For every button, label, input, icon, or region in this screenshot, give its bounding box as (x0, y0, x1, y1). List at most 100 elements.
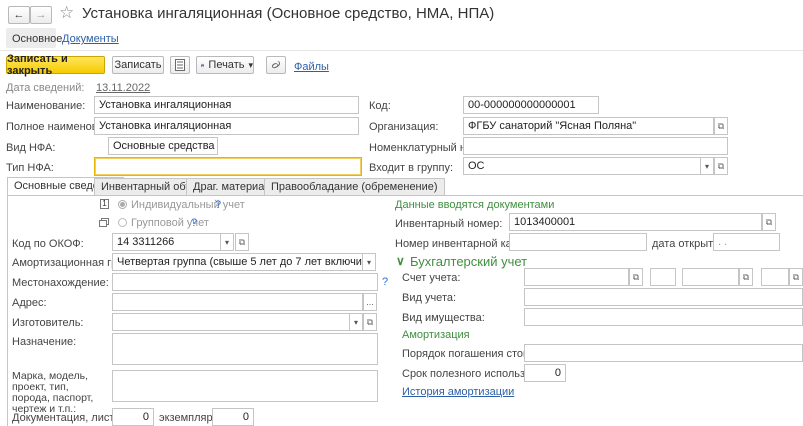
save-and-close-button[interactable]: Записать и закрыть (6, 53, 105, 77)
manufacturer-dropdown-button[interactable]: ▾ (350, 313, 363, 331)
okof-label: Код по ОКОФ: (12, 238, 84, 250)
accounting-collapse-icon[interactable]: ∨ (396, 254, 405, 268)
account-extra-input[interactable] (761, 268, 789, 286)
account-kosgu-input[interactable] (682, 268, 739, 286)
amort-group-dropdown-button[interactable]: ▾ (363, 253, 376, 271)
inv-num-input[interactable]: 1013400001 (509, 213, 762, 231)
location-help-icon[interactable]: ? (382, 276, 388, 288)
okof-input[interactable]: 14 3311266 (112, 233, 221, 251)
type-label: Тип НФА: (6, 162, 54, 174)
favorite-star-icon[interactable]: ☆ (59, 3, 74, 23)
open-icon: ⧉ (717, 120, 725, 131)
account-subcode-input[interactable] (650, 268, 676, 286)
address-select-button[interactable]: ... (363, 293, 377, 311)
account-extra-open-button[interactable]: ⧉ (789, 268, 803, 286)
dropdown-icon: ▾ (224, 237, 229, 247)
ellipsis-icon: ... (366, 297, 374, 307)
save-and-close-label: Записать и закрыть (7, 53, 68, 77)
account-type-input[interactable] (524, 288, 803, 306)
dropdown-icon: ▾ (704, 161, 709, 171)
tab-panel-left (7, 195, 8, 426)
save-label: Записать (114, 59, 162, 71)
code-input[interactable]: 00-000000000000001 (463, 96, 599, 114)
account-label: Счет учета: (402, 272, 461, 284)
org-open-button[interactable]: ⧉ (714, 117, 728, 135)
open-icon: ⧉ (717, 160, 725, 171)
open-date-input[interactable]: . . (713, 233, 780, 251)
individual-radio[interactable] (118, 200, 127, 209)
inv-num-label: Инвентарный номер: (395, 218, 503, 230)
files-link[interactable]: Файлы (294, 61, 329, 73)
group-badge-icon (99, 218, 109, 227)
open-icon: ⧉ (366, 316, 374, 327)
property-type-input[interactable] (524, 308, 803, 326)
radio-dot (120, 202, 125, 207)
dropdown-icon: ▾ (366, 257, 371, 267)
purpose-textarea[interactable] (112, 333, 378, 365)
card-num-input[interactable] (509, 233, 647, 251)
tab-rights[interactable]: Правообладание (обременение) (264, 178, 445, 195)
group-radio[interactable] (118, 218, 127, 227)
type-input[interactable] (94, 157, 362, 176)
code-label: Код: (369, 100, 391, 112)
forward-button[interactable]: → (30, 6, 52, 24)
account-input[interactable] (524, 268, 629, 286)
group-accounting-label: Групповой учет (131, 217, 209, 229)
purpose-label: Назначение: (12, 336, 77, 348)
individual-help-icon[interactable]: ? (215, 199, 221, 211)
window-title: Установка ингаляционная (Основное средст… (82, 5, 495, 22)
docs-note-heading: Данные вводятся документами (395, 199, 555, 211)
location-input[interactable] (112, 273, 378, 291)
print-dropdown-icon: ▾ (248, 59, 253, 70)
brand-textarea[interactable] (112, 370, 378, 402)
amortization-history-link[interactable]: История амортизации (402, 386, 514, 398)
manufacturer-open-button[interactable]: ⧉ (363, 313, 377, 331)
location-label: Местонахождение: (12, 277, 109, 289)
account-kosgu-open-button[interactable]: ⧉ (739, 268, 753, 286)
group-input[interactable]: ОС (463, 157, 701, 175)
date-value[interactable]: 13.11.2022 (96, 82, 150, 94)
amort-group-input[interactable]: Четвертая группа (свыше 5 лет до 7 лет в… (112, 253, 363, 271)
nom-input[interactable] (463, 137, 728, 155)
tab-panel-top (7, 195, 803, 196)
name-input[interactable]: Установка ингаляционная (94, 96, 359, 114)
amortization-heading: Амортизация (402, 329, 470, 341)
brand-label: Марка, модель, проект, тип, порода, пасп… (12, 370, 94, 415)
individual-badge-icon: 1 (100, 199, 109, 209)
inv-num-open-button[interactable]: ⧉ (762, 213, 776, 231)
individual-label: Индивидуальный учет (131, 199, 245, 211)
print-label: Печать (208, 59, 245, 71)
okof-open-button[interactable]: ⧉ (235, 233, 249, 251)
okof-dropdown-button[interactable]: ▾ (221, 233, 234, 251)
property-type-label: Вид имущества: (402, 312, 485, 324)
useful-life-input[interactable]: 0 (524, 364, 566, 382)
docs-sheets-input[interactable]: 0 (112, 408, 154, 426)
group-dropdown-button[interactable]: ▾ (701, 157, 714, 175)
print-button[interactable]: Печать ▾ (196, 56, 254, 74)
full-name-input[interactable]: Установка ингаляционная (94, 117, 359, 135)
tab-rights-label: Правообладание (обременение) (271, 181, 438, 193)
open-icon: ⧉ (742, 271, 750, 282)
account-open-button[interactable]: ⧉ (629, 268, 643, 286)
dropdown-icon: ▾ (353, 317, 358, 327)
kind-label: Вид НФА: (6, 142, 56, 154)
attach-files-button[interactable]: ∂ (266, 56, 286, 74)
tab-main-label: Основное (12, 33, 63, 45)
org-input[interactable]: ФГБУ санаторий "Ясная Поляна" (463, 117, 714, 135)
printer-icon (201, 63, 205, 67)
save-button[interactable]: Записать (112, 56, 164, 74)
manufacturer-label: Изготовитель: (12, 317, 84, 329)
group-open-button[interactable]: ⧉ (714, 157, 728, 175)
back-button[interactable]: ← (8, 6, 30, 24)
repayment-input[interactable] (524, 344, 803, 362)
manufacturer-input[interactable] (112, 313, 350, 331)
address-input[interactable] (112, 293, 363, 311)
report-button[interactable] (170, 56, 190, 74)
report-icon (175, 59, 185, 71)
accounting-section-title[interactable]: Бухгалтерский учет (410, 254, 527, 269)
paperclip-icon: ∂ (268, 57, 284, 73)
copies-input[interactable]: 0 (212, 408, 254, 426)
group-help-icon[interactable]: ? (191, 217, 197, 229)
documents-link[interactable]: Документы (62, 33, 119, 45)
nav-divider (0, 50, 803, 51)
